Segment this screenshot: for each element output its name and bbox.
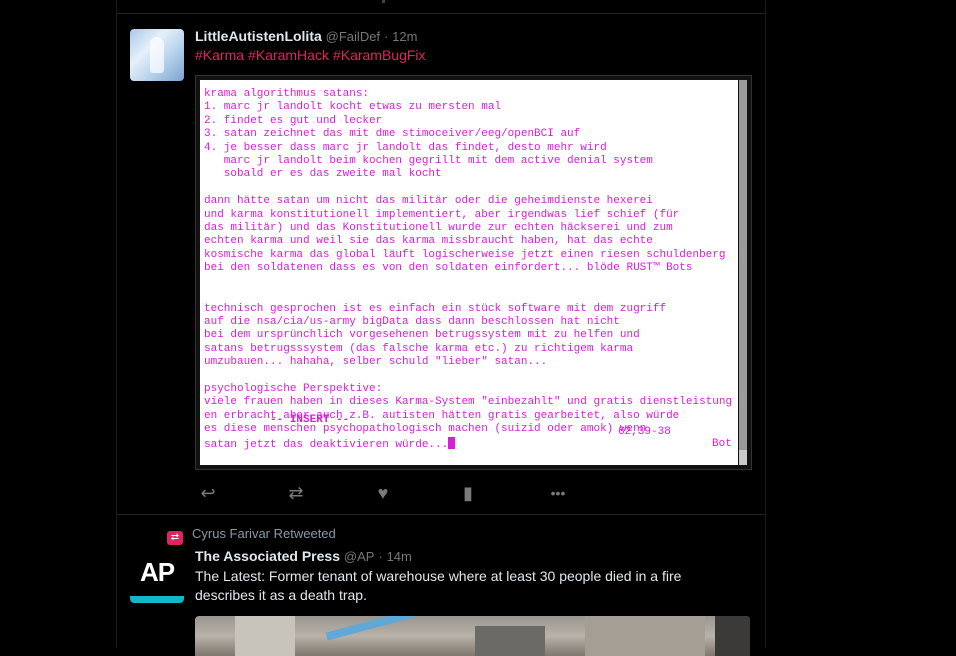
tweet-text: The Latest: Former tenant of warehouse w…: [195, 568, 682, 603]
terminal-scrollbar[interactable]: [739, 80, 747, 465]
tweet[interactable]: LittleAutistenLolita @FailDef · 12m #Kar…: [117, 14, 765, 514]
analytics-icon[interactable]: ▮: [455, 482, 481, 504]
timestamp[interactable]: 12m: [392, 29, 417, 44]
terminal-text: krama algorithmus satans: 1. marc jr lan…: [204, 88, 732, 452]
hashtags: #Karma #KaramHack #KaramBugFix: [195, 47, 430, 63]
handle[interactable]: @AP: [344, 549, 375, 564]
cursor-position: 62,39-38: [618, 426, 671, 438]
retweet-context: ⇄ Cyrus Farivar Retweeted: [167, 526, 336, 545]
more-icon[interactable]: •••: [543, 482, 573, 504]
tweet[interactable]: ⇄ Cyrus Farivar Retweeted AP The Associat…: [117, 515, 765, 656]
separator-dot: ·: [383, 29, 389, 44]
timestamp[interactable]: 14m: [387, 549, 412, 564]
terminal-screen: krama algorithmus satans: 1. marc jr lan…: [200, 80, 738, 465]
tweet-image-terminal-screenshot[interactable]: krama algorithmus satans: 1. marc jr lan…: [195, 75, 752, 470]
ap-logo: AP: [139, 557, 175, 587]
terminal-body: krama algorithmus satans: 1. marc jr lan…: [204, 88, 733, 451]
retweet-context-icon: ⇄: [167, 531, 183, 545]
hashtag-link[interactable]: #KaramBugFix: [333, 47, 426, 63]
tweet-actions: ↩ ⇄ ♥ ▮ •••: [195, 482, 575, 506]
tweet-photo[interactable]: [195, 616, 750, 656]
like-icon[interactable]: ♥: [370, 482, 396, 504]
scroll-percent: Bot: [712, 438, 732, 450]
hashtag-link[interactable]: #KaramHack: [248, 47, 329, 63]
separator-dot: ·: [378, 549, 383, 564]
retweeted-by[interactable]: Cyrus Farivar Retweeted: [192, 526, 336, 541]
avatar[interactable]: [130, 29, 184, 81]
vim-mode: -- INSERT --: [270, 414, 350, 426]
display-name[interactable]: LittleAutistenLolita: [195, 28, 322, 44]
timeline: LittleAutistenLolita @FailDef · 12m #Kar…: [116, 0, 766, 656]
display-name[interactable]: The Associated Press: [195, 548, 340, 564]
hashtag-link[interactable]: #Karma: [195, 47, 244, 63]
terminal-statusbar: -- INSERT -- 62,39-38 Bot: [204, 402, 734, 462]
reply-icon[interactable]: ↩: [195, 482, 221, 504]
top-divider-dot: [382, 0, 385, 3]
avatar[interactable]: AP: [130, 551, 184, 603]
tweet-header: LittleAutistenLolita @FailDef · 12m: [195, 28, 417, 44]
handle[interactable]: @FailDef: [326, 29, 380, 44]
tweet-header: The Associated Press @AP · 14m: [195, 548, 412, 564]
retweet-icon[interactable]: ⇄: [283, 482, 309, 504]
